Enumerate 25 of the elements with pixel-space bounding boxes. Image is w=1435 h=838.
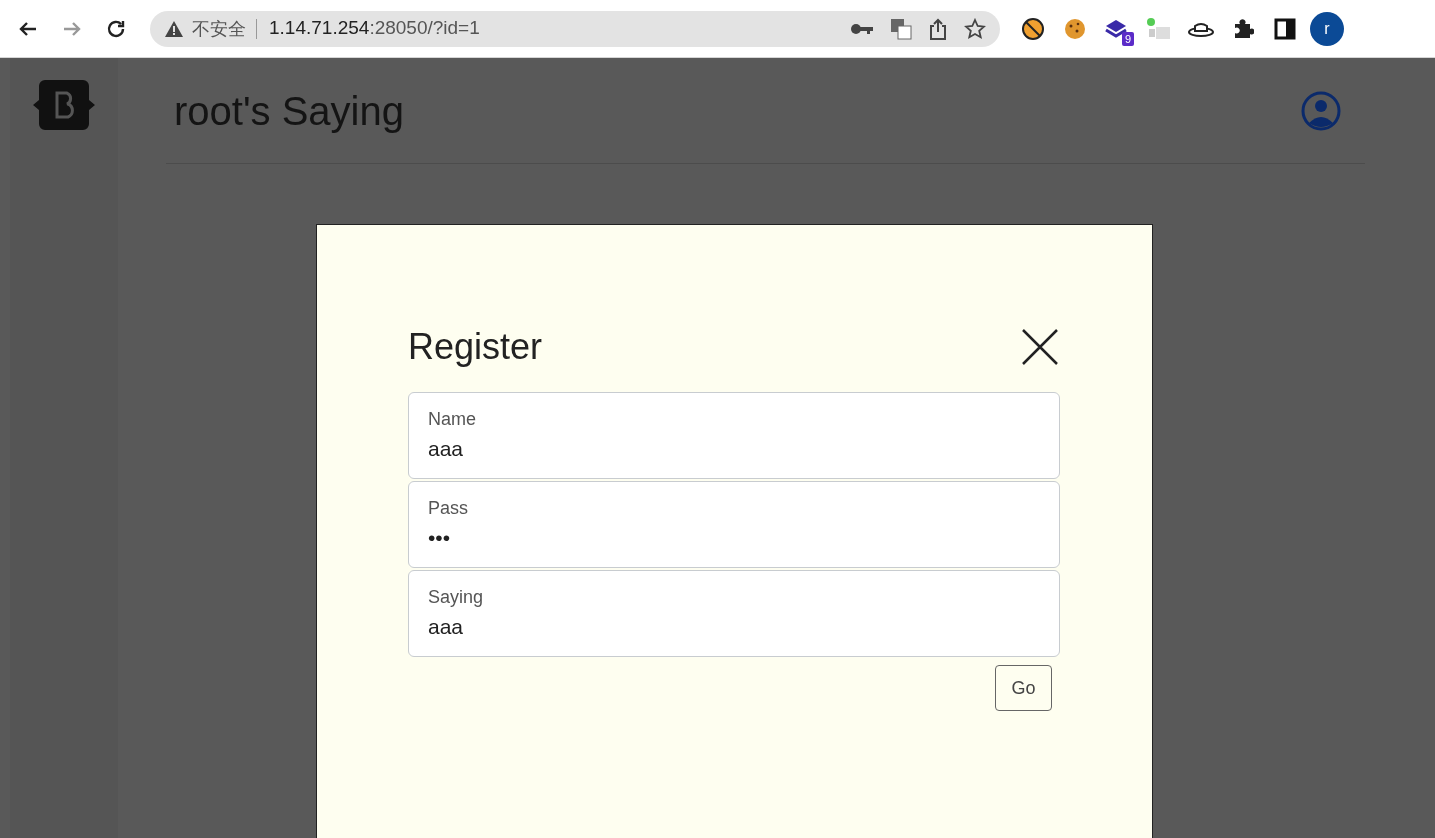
field-value: •••: [428, 525, 451, 552]
field-value: aaa: [428, 614, 464, 641]
url-text: 1.14.71.254:28050/?id=1: [269, 16, 480, 41]
key-icon[interactable]: [850, 21, 874, 36]
star-icon[interactable]: [964, 17, 986, 40]
layers-extension-button[interactable]: 9: [1100, 11, 1134, 46]
warning-icon: [164, 19, 184, 38]
address-bar[interactable]: 不安全 1.14.71.254:28050/?id=1: [150, 10, 1000, 47]
share-icon[interactable]: [928, 17, 948, 40]
security-label: 不安全: [192, 18, 257, 39]
extension-badge: 9: [1121, 31, 1134, 46]
page-title: root's Saying: [174, 87, 404, 135]
field-label: Saying: [428, 586, 484, 610]
close-button[interactable]: [1020, 326, 1060, 367]
logo-icon: [33, 80, 95, 130]
input-field[interactable]: Name aaa: [408, 392, 1060, 480]
dialog-title: Register: [408, 325, 543, 369]
input-field[interactable]: Saying aaa: [408, 570, 1060, 658]
input-field[interactable]: Pass •••: [408, 481, 1060, 569]
translate-icon[interactable]: [890, 17, 912, 40]
field-label: Name: [428, 408, 476, 432]
field-value: aaa: [428, 436, 464, 463]
field-label: Pass: [428, 497, 469, 521]
profile-avatar[interactable]: r: [1310, 11, 1344, 46]
go-button[interactable]: Go: [995, 665, 1052, 712]
